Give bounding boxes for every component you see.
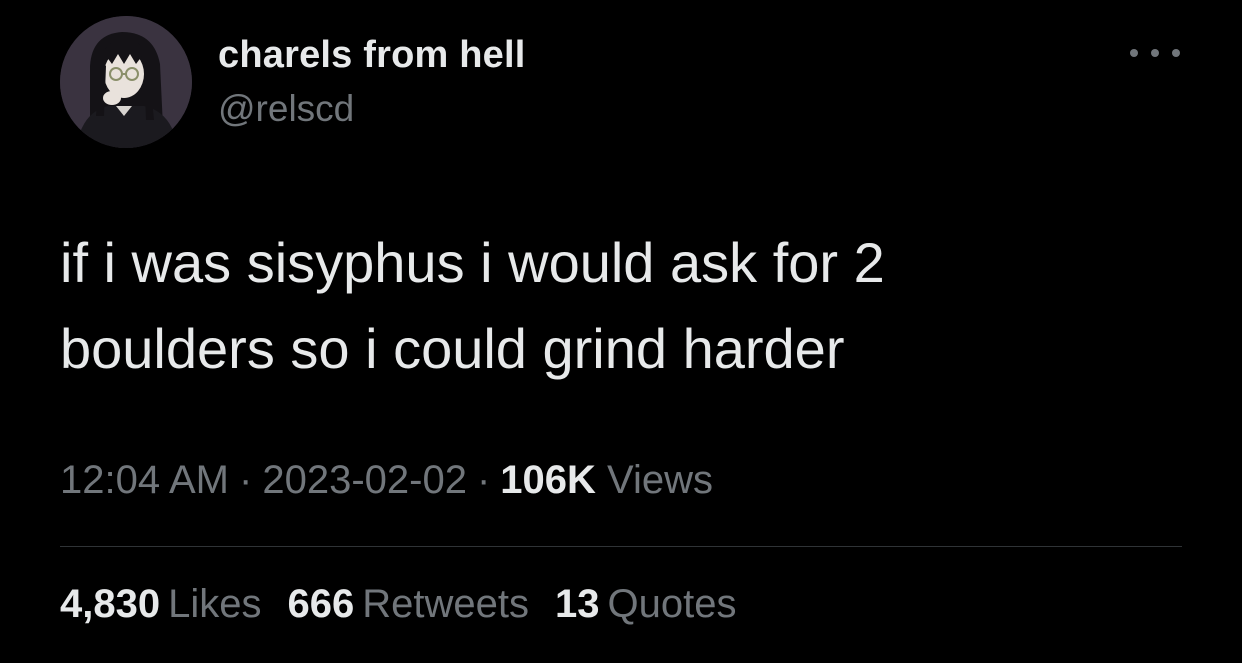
separator: · <box>476 458 491 502</box>
separator: · <box>239 458 253 502</box>
quotes-count: 13 <box>555 582 600 626</box>
tweet-time[interactable]: 12:04 AM <box>60 458 229 502</box>
tweet-date[interactable]: 2023-02-02 <box>262 458 467 502</box>
likes-count: 4,830 <box>60 582 161 626</box>
ellipsis-icon <box>1151 49 1159 57</box>
tweet-card: charels from hell @relscd if i was sisyp… <box>0 0 1242 663</box>
tweet-text-line: if i was sisyphus i would ask for 2 <box>60 231 885 294</box>
likes-label: Likes <box>168 582 262 626</box>
retweets-stat[interactable]: 666 Retweets <box>288 582 530 627</box>
retweets-count: 666 <box>287 582 355 626</box>
ellipsis-icon <box>1172 49 1180 57</box>
ellipsis-icon <box>1130 49 1138 57</box>
quotes-label: Quotes <box>607 582 737 626</box>
avatar-image <box>60 16 192 148</box>
display-name[interactable]: charels from hell <box>218 34 526 77</box>
engagement-stats: 4,830 Likes 666 Retweets 13 Quotes <box>60 582 736 627</box>
tweet-text-line: boulders so i could grind harder <box>60 317 845 380</box>
tweet-metadata: 12:04 AM · 2023-02-02 · 106K Views <box>60 458 713 503</box>
user-handle[interactable]: @relscd <box>218 88 354 130</box>
likes-stat[interactable]: 4,830 Likes <box>60 582 262 627</box>
quotes-stat[interactable]: 13 Quotes <box>555 582 736 627</box>
views-count: 106K <box>500 458 596 502</box>
more-options-button[interactable] <box>1130 40 1180 66</box>
retweets-label: Retweets <box>362 582 529 626</box>
views-label: Views <box>607 458 714 502</box>
tweet-text: if i was sisyphus i would ask for 2 boul… <box>60 220 1180 392</box>
avatar[interactable] <box>60 16 192 148</box>
divider <box>60 546 1182 547</box>
